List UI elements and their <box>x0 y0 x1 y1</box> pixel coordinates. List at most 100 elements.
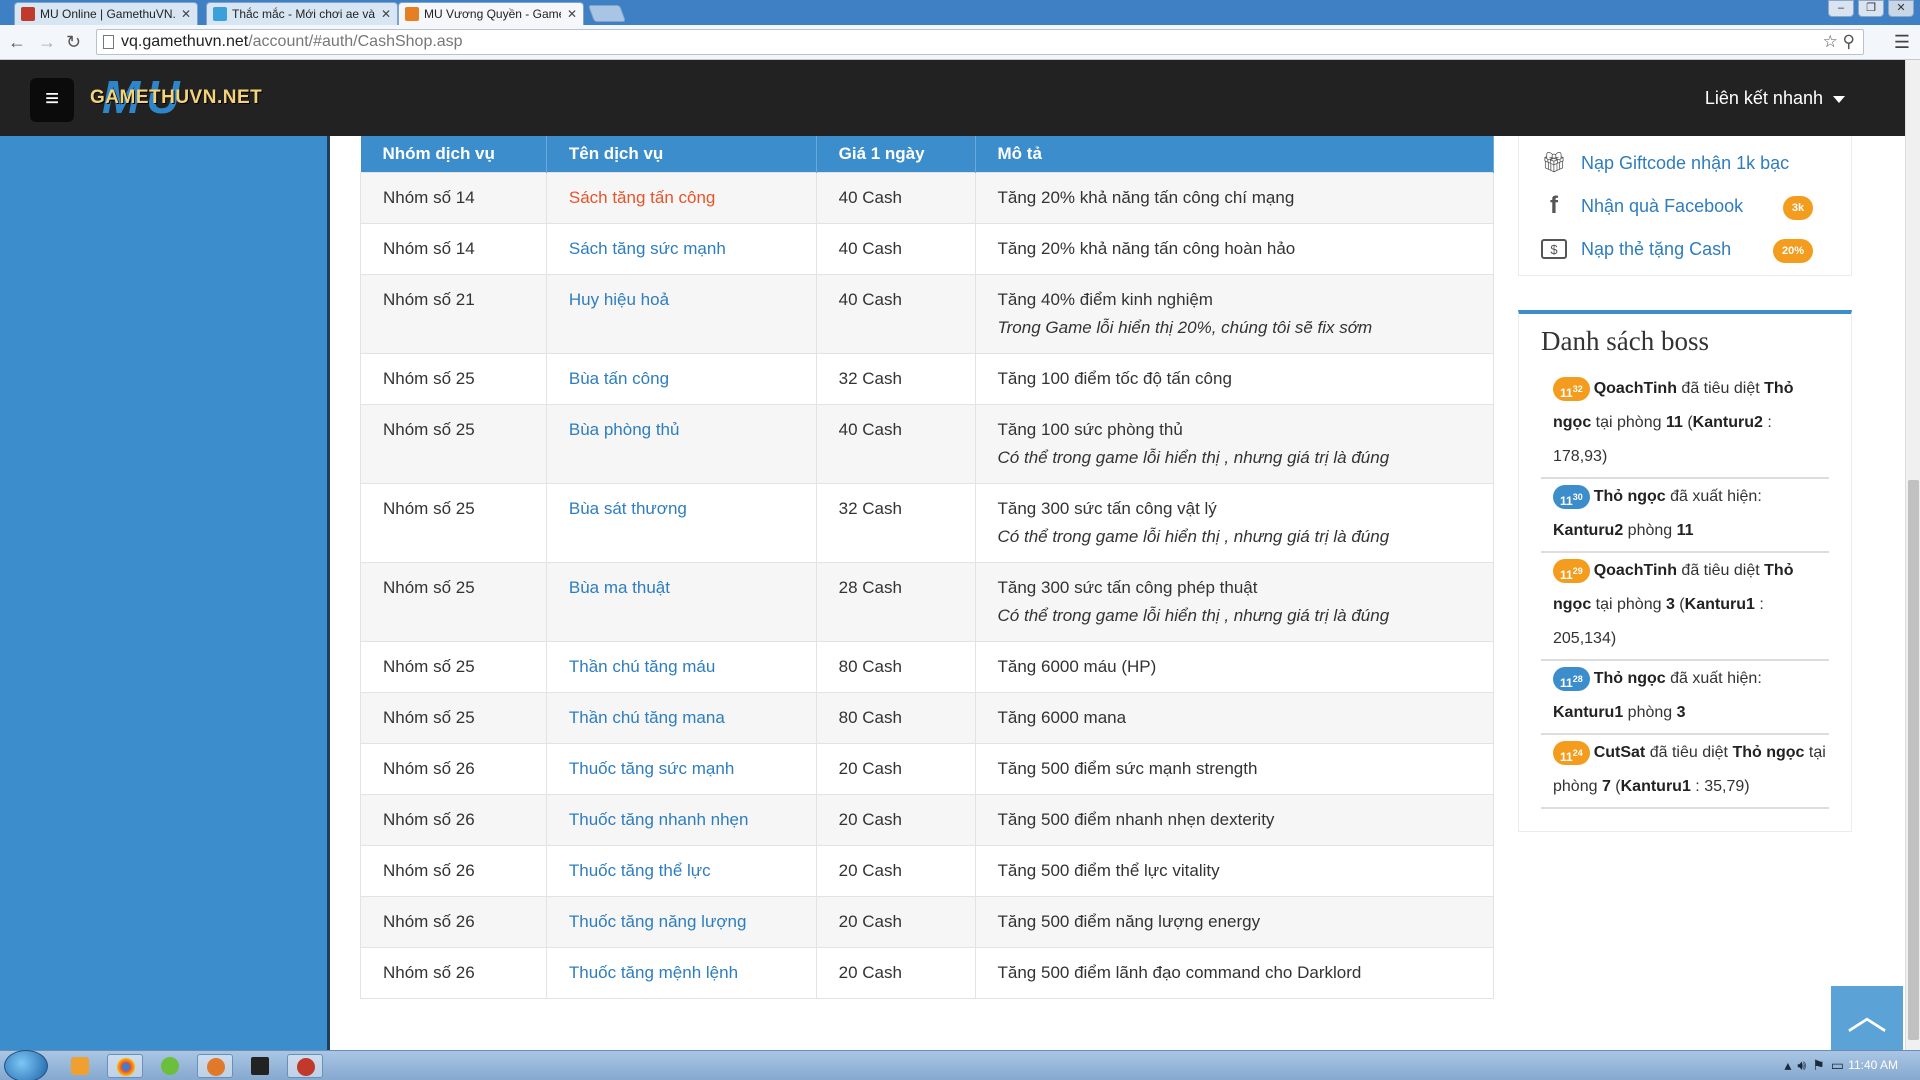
reload-icon[interactable]: ↻ <box>66 32 81 53</box>
close-window-icon[interactable]: ✕ <box>1888 0 1914 17</box>
table-row: Nhóm số 26 Thuốc tăng nhanh nhẹn 20 Cash Tă… <box>360 793 1495 846</box>
boss-panel-title: Danh sách boss <box>1541 326 1709 356</box>
cell-group: Nhóm số 26 <box>360 946 547 999</box>
promo-badge: 3k <box>1783 196 1813 220</box>
service-name-link-text[interactable]: Bùa tấn công <box>569 369 669 388</box>
cell-price: 40 Cash <box>815 222 976 275</box>
app-taskbar-icon[interactable] <box>287 1054 323 1078</box>
service-name-link-text[interactable]: Thần chú tăng máu <box>569 657 715 676</box>
url-input[interactable]: vq.gamethuvn.net/account/#auth/CashShop.… <box>96 29 1864 55</box>
service-name-link[interactable]: Bùa ma thuật <box>545 561 817 642</box>
media-player-icon[interactable] <box>62 1054 98 1078</box>
desc-note: Có thể trong game lỗi hiển thị , nhưng g… <box>997 447 1390 467</box>
cell-desc: Tăng 500 điểm lãnh đạo command cho Darkl… <box>974 946 1495 999</box>
service-name-link-text[interactable]: Huy hiệu hoả <box>569 290 669 309</box>
site-logo[interactable]: MU GAMETHUVN.NET <box>90 74 270 120</box>
app-taskbar-icon[interactable] <box>197 1054 233 1078</box>
app-taskbar-icon[interactable] <box>152 1054 188 1078</box>
minimize-icon[interactable]: – <box>1828 0 1854 17</box>
cell-desc: Tăng 6000 máu (HP) <box>974 640 1495 693</box>
tab-favicon-icon <box>213 7 227 21</box>
cell-desc: Tăng 6000 mana <box>974 691 1495 744</box>
service-name-link[interactable]: Sách tăng sức mạnh <box>545 222 817 275</box>
cell-desc-text: Tăng 40% điểm kinh nghiệm <box>997 289 1213 309</box>
event-text: ( <box>1610 778 1621 795</box>
service-name-link-text[interactable]: Thuốc tăng năng lượng <box>569 912 747 931</box>
event-text: tại phòng <box>1591 596 1666 613</box>
service-name-link-text[interactable]: Sách tăng tấn công <box>569 188 716 207</box>
quick-links-dropdown[interactable]: Liên kết nhanh <box>1705 88 1845 109</box>
browser-tab-active[interactable]: MU Vương Quyền - Game ✕ <box>398 2 584 25</box>
service-name-link[interactable]: Bùa sát thương <box>545 482 817 563</box>
service-name-link-text[interactable]: Thuốc tăng thể lực <box>569 861 711 880</box>
boss-event-item: 1128 Thỏ ngọc đã xuất hiện: Kanturu1 phòn… <box>1541 661 1829 735</box>
service-name-link[interactable]: Thuốc tăng mệnh lệnh <box>545 946 817 999</box>
chrome-taskbar-icon[interactable] <box>107 1054 143 1078</box>
cell-desc-text: Tăng 20% khả năng tấn công hoàn hảo <box>997 238 1296 258</box>
service-name-link-text[interactable]: Bùa phòng thủ <box>569 420 680 439</box>
cell-price-text: 20 Cash <box>838 860 902 880</box>
restore-icon[interactable]: ❐ <box>1858 0 1884 17</box>
cell-desc-text: Tăng 500 điểm sức mạnh strength <box>997 758 1258 778</box>
promo-giftcode-link[interactable]: 🎁︎ Nạp Giftcode nhận 1k bạc <box>1541 148 1789 178</box>
service-name-link[interactable]: Thần chú tăng máu <box>545 640 817 693</box>
service-name-link-text[interactable]: Thuốc tăng nhanh nhẹn <box>569 810 749 829</box>
browser-tab[interactable]: Thắc mắc - Mới chơi ae vào ✕ <box>206 2 398 25</box>
forward-icon[interactable]: → <box>38 32 56 53</box>
boss-events: 1132 QoachTinh đã tiêu diệt Thỏ ngọc tại … <box>1541 371 1829 809</box>
event-text: phòng <box>1623 522 1677 539</box>
service-name-link[interactable]: Bùa tấn công <box>545 352 817 405</box>
service-name-link-text[interactable]: Bùa sát thương <box>569 499 687 518</box>
cell-group: Nhóm số 25 <box>360 561 547 642</box>
event-text: đã xuất hiện: <box>1665 670 1762 687</box>
service-name-link[interactable]: Thần chú tăng mana <box>545 691 817 744</box>
promo-facebook-link[interactable]: f Nhận quà Facebook <box>1541 191 1743 221</box>
cell-desc-text: Tăng 500 điểm năng lượng energy <box>997 911 1261 931</box>
new-tab-button[interactable] <box>587 5 627 22</box>
service-name-link[interactable]: Thuốc tăng năng lượng <box>545 895 817 948</box>
service-name-link-text[interactable]: Thần chú tăng mana <box>569 708 725 727</box>
cell-group: Nhóm số 25 <box>360 352 547 405</box>
scrollbar-thumb[interactable] <box>1908 480 1919 1040</box>
cell-price-text: 80 Cash <box>838 707 902 727</box>
app-taskbar-icon[interactable] <box>242 1054 278 1078</box>
service-name-link[interactable]: Huy hiệu hoả <box>545 273 817 354</box>
back-icon[interactable]: ← <box>8 32 26 53</box>
promo-card-link[interactable]: $ Nạp thẻ tặng Cash <box>1541 234 1731 264</box>
desc-note: Trong Game lỗi hiển thị 20%, chúng tôi s… <box>997 317 1373 337</box>
cell-price: 40 Cash <box>815 171 976 224</box>
start-button[interactable] <box>4 1050 48 1080</box>
cell-group-text: Nhóm số 26 <box>383 809 475 829</box>
event-time-badge: 1132 <box>1553 376 1590 401</box>
boss-event-item: 1130 Thỏ ngọc đã xuất hiện: Kanturu2 phòn… <box>1541 479 1829 553</box>
service-name-link[interactable]: Sách tăng tấn công <box>545 171 817 224</box>
boss-list-panel: Danh sách boss 1132 QoachTinh đã tiêu diệ… <box>1518 310 1852 832</box>
cell-desc-text: Tăng 20% khả năng tấn công chí mạng <box>997 187 1295 207</box>
service-name-link-text[interactable]: Thuốc tăng sức mạnh <box>569 759 734 778</box>
url-path: /account/#auth/CashShop.asp <box>248 33 463 50</box>
tab-close-icon[interactable]: ✕ <box>381 7 391 21</box>
system-tray-icons[interactable]: ▴🔊︎⚑▭ <box>1784 1057 1850 1074</box>
scroll-to-top-button[interactable]: ︿ <box>1831 986 1903 1050</box>
url-host: vq.gamethuvn.net <box>121 33 249 50</box>
browser-tab[interactable]: MU Online | GamethuVN.N ✕ <box>14 2 198 25</box>
event-minute: 28 <box>1572 673 1583 684</box>
page-scrollbar[interactable] <box>1905 60 1920 1050</box>
service-name-link[interactable]: Thuốc tăng sức mạnh <box>545 742 817 795</box>
table-row: Nhóm số 14 Sách tăng sức mạnh 40 Cash Tăng … <box>360 222 1495 275</box>
browser-menu-icon[interactable]: ☰ <box>1894 32 1910 53</box>
hamburger-menu-button[interactable]: ≡ <box>30 78 74 122</box>
tab-close-icon[interactable]: ✕ <box>181 7 191 21</box>
tab-close-icon[interactable]: ✕ <box>567 7 577 21</box>
service-name-link-text[interactable]: Sách tăng sức mạnh <box>569 239 726 258</box>
cell-group: Nhóm số 21 <box>360 273 547 354</box>
service-name-link[interactable]: Thuốc tăng nhanh nhẹn <box>545 793 817 846</box>
service-name-link-text[interactable]: Thuốc tăng mệnh lệnh <box>569 963 738 982</box>
service-name-link[interactable]: Thuốc tăng thể lực <box>545 844 817 897</box>
service-name-link-text[interactable]: Bùa ma thuật <box>569 578 670 597</box>
bookmark-star-icon[interactable]: ☆ ⚲ <box>1823 30 1855 54</box>
cell-group-text: Nhóm số 14 <box>383 238 475 258</box>
gift-icon: 🎁︎ <box>1541 152 1567 174</box>
service-name-link[interactable]: Bùa phòng thủ <box>545 403 817 484</box>
cell-price-text: 40 Cash <box>838 419 902 439</box>
